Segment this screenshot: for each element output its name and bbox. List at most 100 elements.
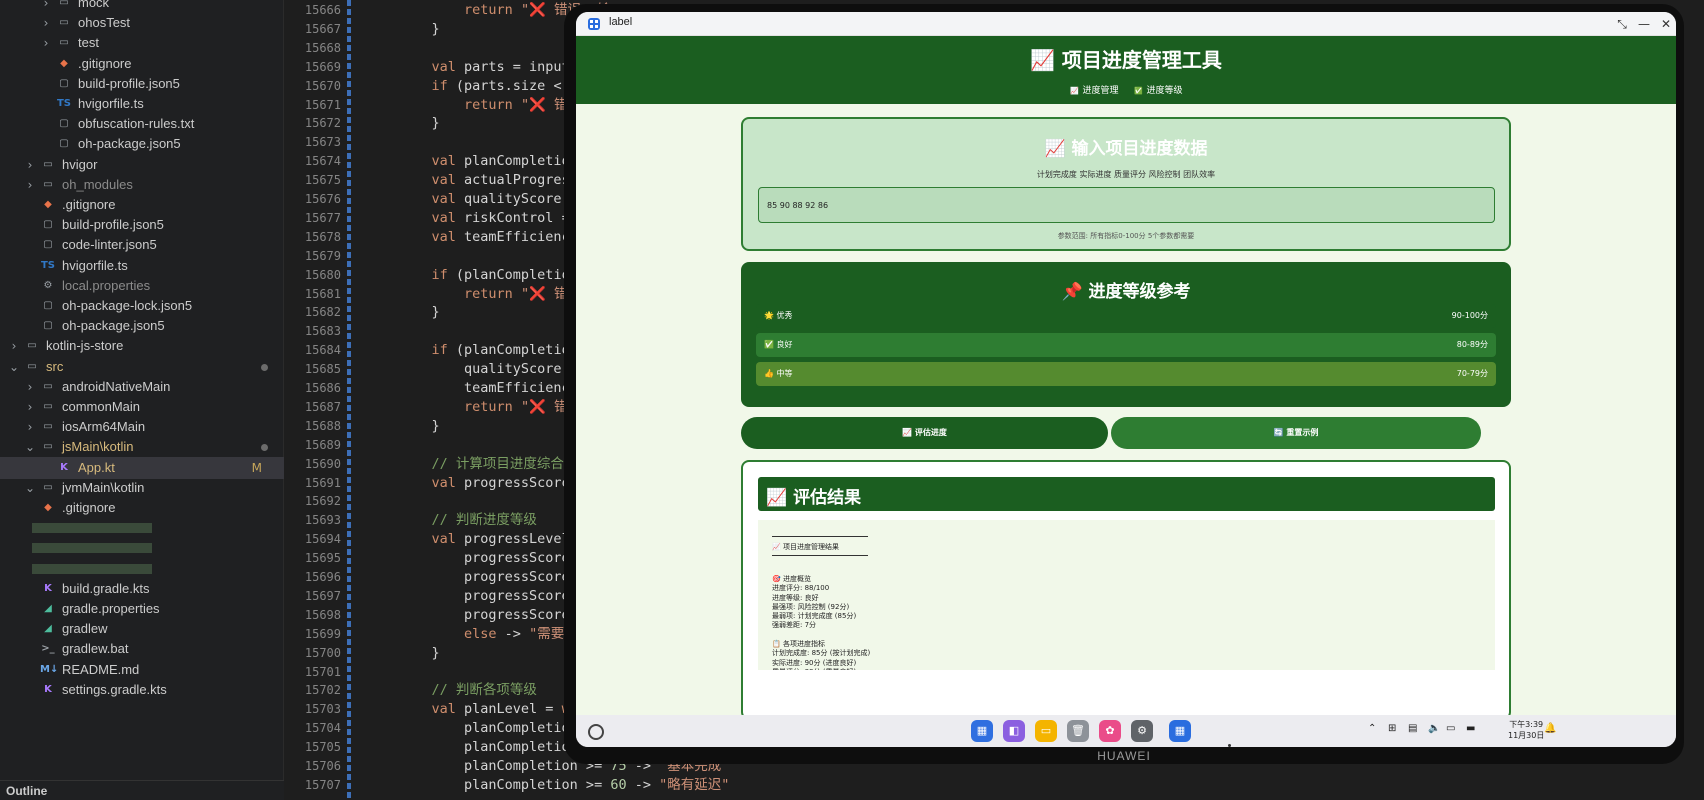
code-line[interactable]: // 判断各项等级 (399, 681, 537, 700)
notes-icon[interactable]: ▤ (1408, 723, 1417, 734)
tree-item[interactable]: Ksettings.gradle.kts (0, 679, 284, 701)
code-line[interactable]: } (399, 417, 440, 436)
files-icon[interactable]: ▭ (1035, 720, 1057, 742)
tree-item[interactable]: Kbuild.gradle.kts (0, 578, 284, 600)
home-button-icon[interactable] (588, 724, 604, 740)
progress-data-input[interactable] (758, 187, 1495, 223)
code-token: return (464, 285, 521, 302)
tree-item[interactable]: ◆ .gitignore (0, 194, 284, 216)
tree-item[interactable]: ◆ .gitignore (0, 53, 284, 75)
tree-item[interactable]: › ▭ test (0, 32, 284, 54)
tree-item[interactable]: ▢ obfuscation-rules.txt (0, 113, 284, 135)
chevron-right-icon[interactable]: › (24, 376, 36, 398)
chevron-right-icon[interactable]: › (24, 396, 36, 418)
redacted-item (32, 543, 152, 554)
line-number: 15693 (304, 513, 341, 528)
chevron-right-icon[interactable]: › (40, 32, 52, 54)
chevron-down-icon[interactable]: ⌄ (8, 356, 20, 378)
chevron-right-icon[interactable]: › (8, 335, 20, 357)
chevron-right-icon[interactable]: › (24, 174, 36, 196)
grade-range: 90-100分 (1451, 311, 1488, 320)
chevron-right-icon[interactable]: › (40, 12, 52, 34)
tree-item[interactable]: › ▭ ohosTest (0, 12, 284, 34)
chevron-right-icon[interactable]: › (24, 154, 36, 176)
tree-item[interactable]: › ▭ oh_modules (0, 174, 284, 196)
app-content[interactable]: 📈 输入项目进度数据 计划完成度 实际进度 质量评分 风险控制 团队效率 参数范… (576, 104, 1676, 720)
tree-item[interactable]: › ▭ kotlin-js-store (0, 335, 284, 357)
tree-item-label: gradlew.bat (62, 641, 129, 657)
code-line[interactable]: } (399, 114, 440, 133)
tree-item[interactable]: K App.kt M (0, 456, 284, 479)
tree-item[interactable]: ▢ build-profile.json5 (0, 214, 284, 236)
chevron-down-icon[interactable]: ⌄ (24, 477, 36, 499)
tree-item[interactable]: ◢ gradle.properties (0, 598, 284, 620)
input-card-title: 📈 输入项目进度数据 (1044, 139, 1208, 159)
notification-bell-icon[interactable]: 🔔 (1544, 723, 1556, 734)
terminal-icon: >_ (41, 643, 55, 655)
evaluate-progress-button[interactable]: 📈 评估进度 (741, 417, 1108, 449)
line-number: 15706 (304, 759, 341, 773)
code-line[interactable]: planCompletion >= 60 -> "略有延迟" (399, 776, 729, 795)
gallery-icon[interactable]: ✿ (1099, 720, 1121, 742)
tree-item[interactable]: ⌄ ▭ src (0, 356, 284, 378)
code-line[interactable]: } (399, 644, 440, 663)
tree-item[interactable]: ⚙ local.properties (0, 275, 284, 297)
tree-item[interactable]: › ▭ commonMain (0, 396, 284, 418)
tree-item-label: .gitignore (62, 500, 116, 515)
tree-item[interactable]: ◢ gradlew (0, 618, 284, 640)
tab-progress-grade[interactable]: ✅ 进度等级 (1134, 83, 1182, 96)
label-app-icon[interactable]: ▦ (1169, 720, 1191, 742)
code-line[interactable]: } (399, 303, 440, 322)
code-line[interactable]: // 判断进度等级 (399, 511, 537, 530)
chevron-right-icon[interactable]: › (24, 416, 36, 438)
code-line[interactable]: } (399, 20, 440, 39)
close-button[interactable]: ✕ (1656, 14, 1676, 34)
window-titlebar[interactable]: label ⤡ — ✕ (576, 12, 1676, 36)
tree-item[interactable]: TS hvigorfile.ts (0, 255, 284, 277)
tree-item-label: build-profile.json5 (62, 217, 164, 233)
result-text-area[interactable]: 📈 项目进度管理结果 🎯 进度概览 进度评分: 88/100 进度等级: 良好 最强项:… (758, 520, 1495, 670)
tree-item[interactable]: ▢ code-linter.json5 (0, 234, 284, 256)
code-token: return (464, 96, 521, 113)
clock[interactable]: 下午3:39 11月30日 (1508, 719, 1544, 741)
tree-item[interactable]: ▢ oh-package.json5 (0, 315, 284, 337)
line-number: 15700 (304, 645, 341, 660)
tree-item[interactable] (0, 537, 284, 559)
chevron-up-icon[interactable]: ⌃ (1368, 723, 1376, 734)
battery-icon[interactable]: ▬ (1466, 723, 1475, 734)
tree-item[interactable]: › ▭ androidNativeMain (0, 376, 284, 398)
tree-item[interactable]: › ▭ hvigor (0, 154, 284, 176)
recycle-bin-icon[interactable]: 🗑 (1067, 720, 1089, 742)
input-method-icon[interactable]: ⊞ (1388, 723, 1396, 734)
multitask-icon[interactable]: ◧ (1003, 720, 1025, 742)
code-line[interactable]: // 计算项目进度综合评分 (399, 455, 591, 474)
code-token: if (431, 266, 456, 283)
tree-item[interactable]: ▢ oh-package.json5 (0, 133, 284, 155)
code-token: } (399, 304, 440, 321)
float-window-icon[interactable]: ⤡ (1612, 14, 1632, 34)
tree-item[interactable]: › ▭ iosArm64Main (0, 416, 284, 438)
tree-item-label: build.gradle.kts (62, 580, 150, 596)
outline-panel-header[interactable]: Outline (0, 780, 284, 800)
emulator-screen[interactable]: label ⤡ — ✕ 📈 项目进度管理工具 📈 进度管理 ✅ 进度等级 📈 输入项… (576, 12, 1676, 747)
minimize-button[interactable]: — (1634, 14, 1654, 34)
reset-example-button[interactable]: 🔄 重置示例 (1111, 417, 1481, 449)
tree-item[interactable] (0, 517, 284, 539)
app-header: 📈 项目进度管理工具 📈 进度管理 ✅ 进度等级 (576, 36, 1676, 104)
tree-item[interactable] (0, 558, 284, 580)
settings-icon[interactable]: ⚙ (1131, 720, 1153, 742)
tree-item[interactable]: ⌄ ▭ jvmMain\kotlin (0, 477, 284, 499)
tree-item[interactable]: M↓ README.md (0, 659, 284, 681)
app-grid-icon[interactable]: ▦ (971, 720, 993, 742)
tree-item[interactable]: ▢ build-profile.json5 (0, 73, 284, 95)
chevron-down-icon[interactable]: ⌄ (24, 436, 36, 458)
tree-item[interactable]: ▢ oh-package-lock.json5 (0, 295, 284, 317)
tab-progress-management[interactable]: 📈 进度管理 (1069, 83, 1118, 96)
tree-item[interactable]: ◆ .gitignore (0, 497, 284, 519)
tree-item[interactable]: >_ gradlew.bat (0, 638, 284, 660)
tree-item[interactable]: TS hvigorfile.ts (0, 93, 284, 115)
tree-item[interactable]: ⌄ ▭ jsMain\kotlin (0, 436, 284, 458)
volume-icon[interactable]: 🔈 (1428, 723, 1440, 734)
display-icon[interactable]: ▭ (1446, 723, 1455, 734)
